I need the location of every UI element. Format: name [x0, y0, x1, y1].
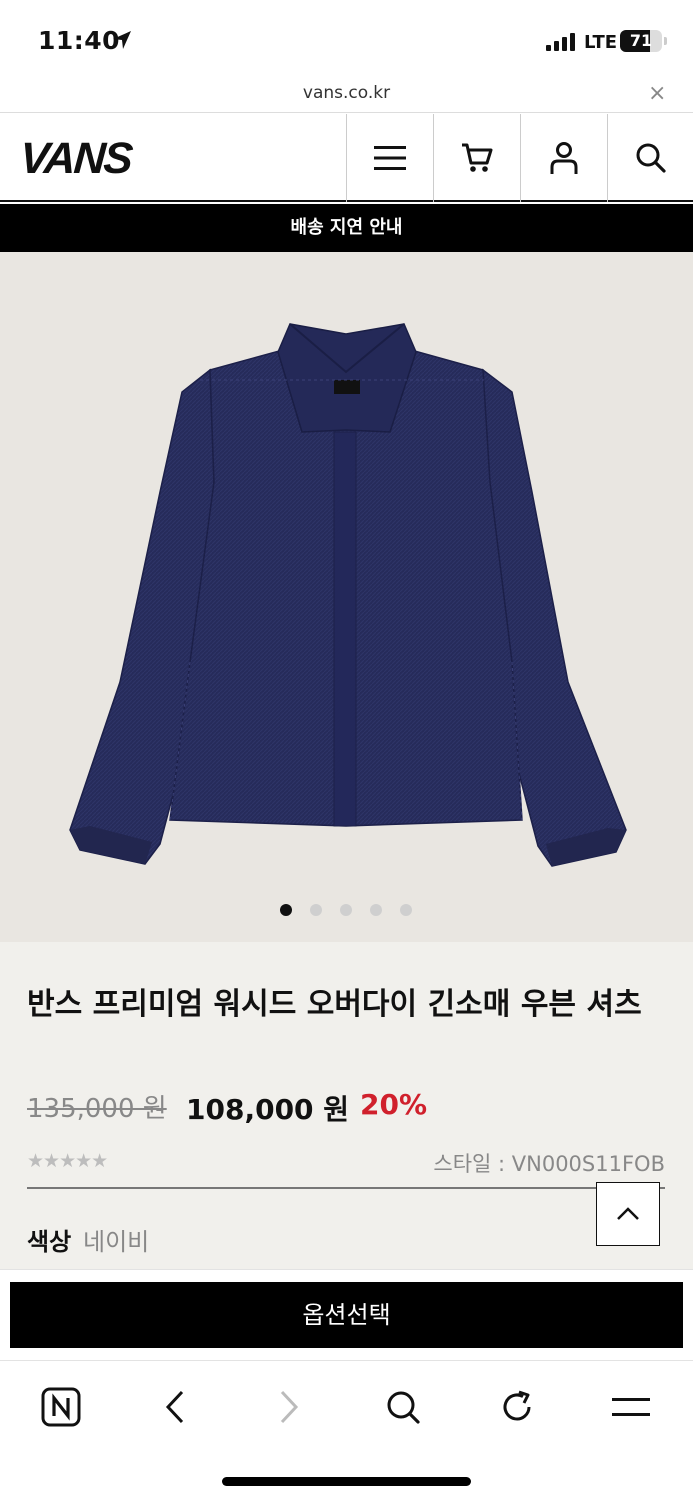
back-button[interactable]	[150, 1382, 200, 1432]
discount-rate: 20%	[360, 1088, 428, 1121]
forward-button[interactable]	[264, 1382, 314, 1432]
chevron-up-icon	[617, 1207, 639, 1220]
status-time: 11:40	[38, 26, 121, 55]
option-select-button[interactable]: 옵션선택	[10, 1282, 683, 1348]
browser-menu-button[interactable]	[606, 1382, 656, 1432]
account-button[interactable]	[520, 114, 607, 202]
color-label: 색상	[27, 1228, 72, 1256]
shipping-delay-notice[interactable]: 배송 지연 안내	[0, 204, 693, 252]
carousel-dot-3[interactable]	[340, 904, 352, 916]
original-price: 135,000 원	[27, 1094, 167, 1124]
option-bar: 옵션선택	[0, 1269, 693, 1361]
menu-icon	[612, 1398, 650, 1416]
close-icon[interactable]: ×	[648, 81, 666, 106]
carousel-dot-1[interactable]	[280, 904, 292, 916]
search-icon	[387, 1391, 420, 1424]
site-header: VANS	[0, 114, 693, 202]
shopping-cart-icon	[462, 143, 493, 172]
naver-home-button[interactable]	[36, 1382, 86, 1432]
search-button[interactable]	[607, 114, 693, 202]
browser-toolbar	[0, 1362, 693, 1500]
home-indicator	[222, 1477, 471, 1486]
naver-n-icon	[41, 1387, 81, 1427]
divider	[27, 1187, 665, 1189]
color-value: 네이비	[83, 1228, 150, 1256]
user-icon	[550, 142, 578, 174]
chevron-left-icon	[165, 1390, 184, 1424]
battery-icon: 71	[620, 30, 662, 52]
search-icon	[636, 143, 666, 173]
url-text[interactable]: vans.co.kr	[0, 83, 693, 103]
menu-button[interactable]	[346, 114, 433, 202]
battery-level: 71	[629, 31, 653, 50]
browser-url-bar[interactable]: vans.co.kr ×	[0, 80, 693, 113]
reload-button[interactable]	[492, 1382, 542, 1432]
status-bar: 11:40 LTE 71	[0, 0, 693, 80]
product-info: 반스 프리미엄 워시드 오버다이 긴소매 우븐 셔츠 135,000 원 108…	[0, 942, 693, 1269]
cart-button[interactable]	[433, 114, 520, 202]
product-image	[69, 323, 627, 867]
rating-stars[interactable]: ★★★★★	[27, 1150, 108, 1172]
carousel-dot-2[interactable]	[310, 904, 322, 916]
carousel-dot-5[interactable]	[400, 904, 412, 916]
network-type: LTE	[584, 32, 618, 53]
carousel-dot-4[interactable]	[370, 904, 382, 916]
style-code: 스타일 : VN000S11FOB	[433, 1152, 665, 1176]
browser-search-button[interactable]	[378, 1382, 428, 1432]
location-arrow-icon	[113, 31, 131, 49]
scroll-to-top-button[interactable]	[596, 1182, 660, 1246]
chevron-right-icon	[280, 1390, 299, 1424]
sale-price: 108,000 원	[186, 1093, 350, 1126]
battery-cap	[664, 37, 667, 45]
vans-logo[interactable]: VANS	[18, 134, 132, 184]
cellular-signal-icon	[546, 33, 575, 51]
product-title: 반스 프리미엄 워시드 오버다이 긴소매 우븐 셔츠	[27, 987, 642, 1022]
product-image-carousel[interactable]	[0, 252, 693, 942]
hamburger-menu-icon	[374, 146, 406, 170]
reload-icon	[503, 1390, 531, 1421]
